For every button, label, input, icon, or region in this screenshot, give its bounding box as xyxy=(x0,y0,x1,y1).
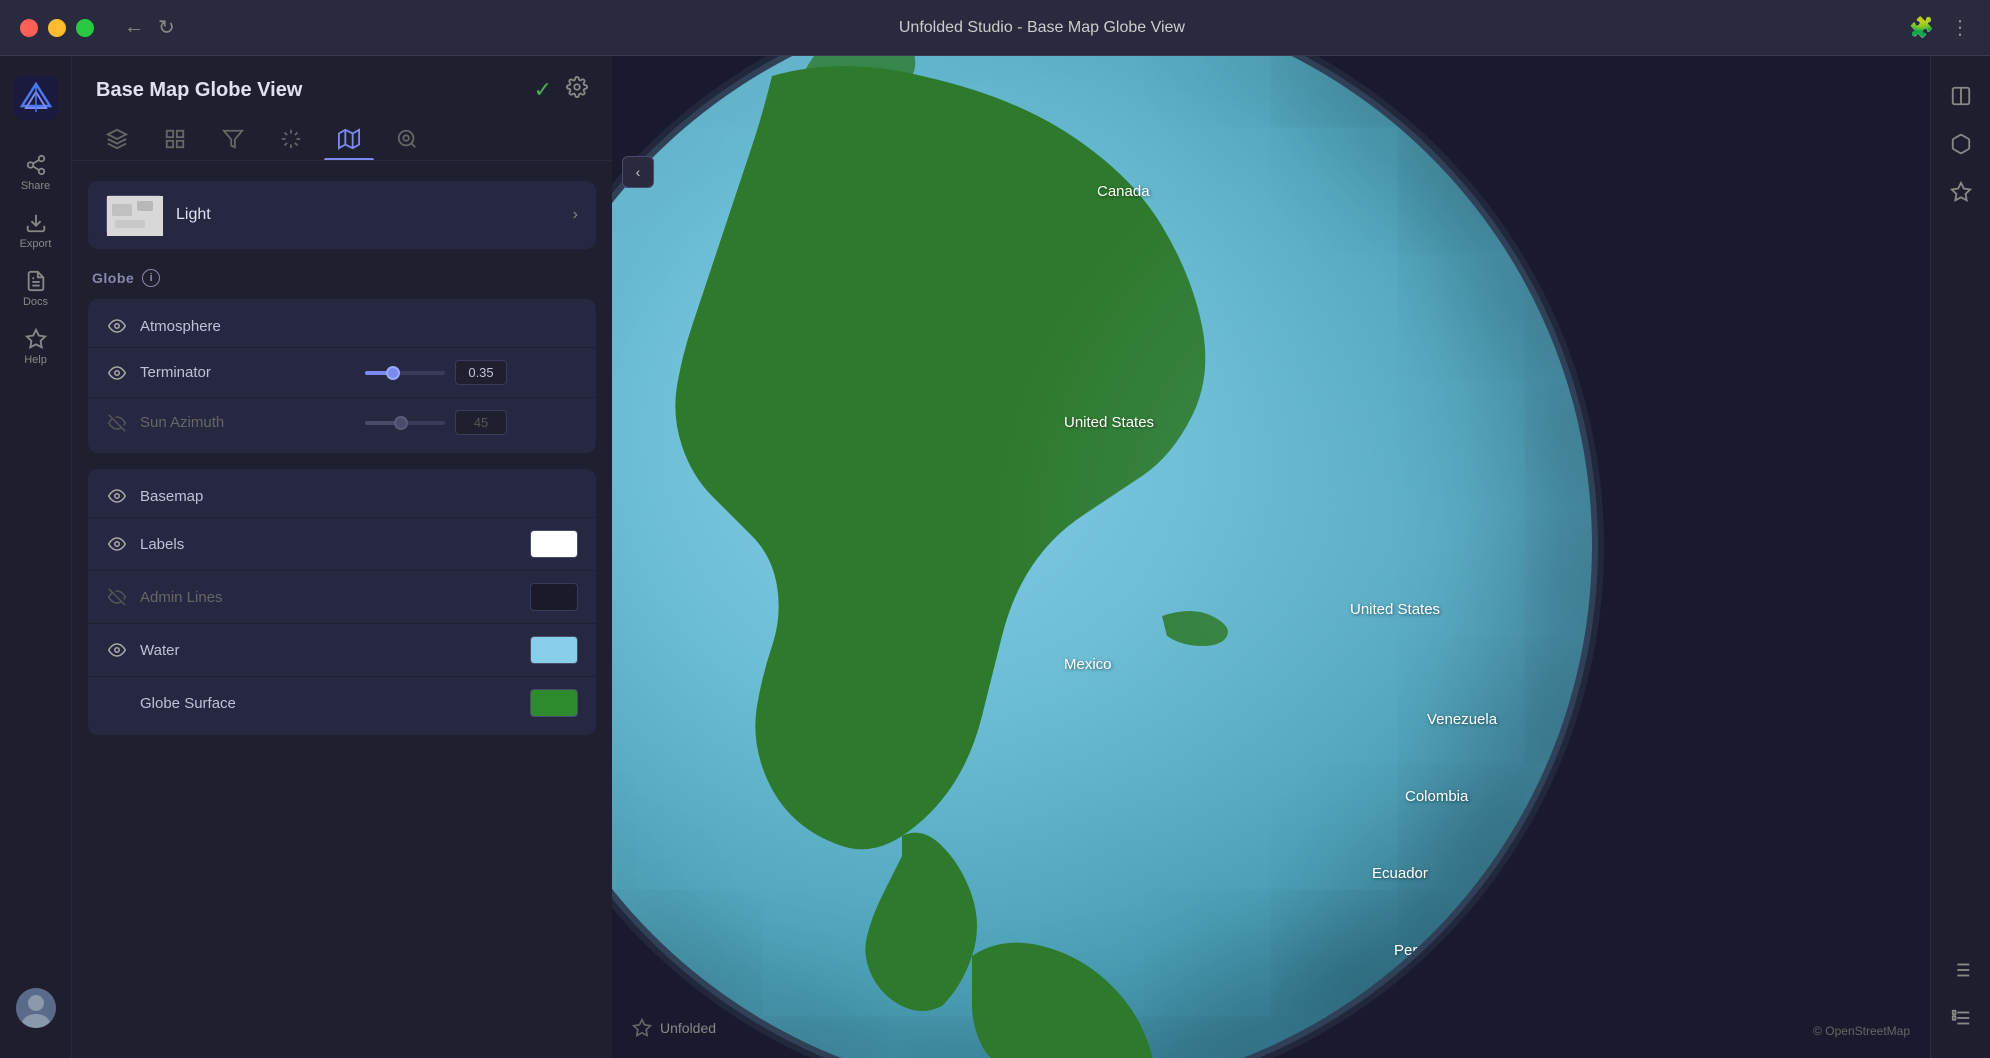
atmosphere-label: Atmosphere xyxy=(140,318,578,335)
terminator-visibility-icon[interactable] xyxy=(106,364,128,382)
sun-azimuth-slider-container: 45 xyxy=(365,410,578,435)
menu-button[interactable]: ⋮ xyxy=(1950,15,1970,40)
globe-surface-label: Globe Surface xyxy=(140,695,518,712)
globe-container: Canada United States United States Mexic… xyxy=(612,56,1592,1058)
atmosphere-card: Atmosphere Terminator xyxy=(88,299,596,453)
share-label: Share xyxy=(21,180,50,192)
collapse-panel-button[interactable]: ‹ xyxy=(622,156,654,188)
water-color-swatch[interactable] xyxy=(530,636,578,664)
settings-button[interactable] xyxy=(566,76,588,104)
tab-grid[interactable] xyxy=(150,120,200,160)
help-label: Help xyxy=(24,354,47,366)
docs-icon xyxy=(25,270,47,292)
sidebar-item-help[interactable]: Help xyxy=(0,318,71,376)
terminator-label: Terminator xyxy=(140,364,353,381)
table-button[interactable] xyxy=(1941,998,1981,1038)
basemap-row: Basemap xyxy=(88,475,596,517)
water-visibility-icon[interactable] xyxy=(106,641,128,659)
terminator-slider-container: 0.35 xyxy=(365,360,578,385)
minimize-button[interactable] xyxy=(48,19,66,37)
sun-azimuth-slider-track xyxy=(365,421,445,425)
globe-surface-color-swatch[interactable] xyxy=(530,689,578,717)
export-label: Export xyxy=(20,238,52,250)
help-icon xyxy=(25,328,47,350)
sun-azimuth-row: Sun Azimuth 45 xyxy=(88,397,596,447)
docs-label: Docs xyxy=(23,296,48,308)
admin-lines-visibility-icon[interactable] xyxy=(106,588,128,606)
basemap-chevron-icon: › xyxy=(573,206,578,224)
globe-surface-row: Globe Surface xyxy=(88,676,596,729)
tab-map[interactable] xyxy=(324,120,374,160)
tab-effects[interactable] xyxy=(266,120,316,160)
sun-azimuth-visibility-icon[interactable] xyxy=(106,414,128,432)
icon-sidebar: Share Export Docs xyxy=(0,56,72,1058)
info-icon[interactable]: i xyxy=(142,269,160,287)
user-avatar[interactable] xyxy=(16,988,56,1028)
status-check-icon: ✓ xyxy=(534,77,552,103)
app-logo[interactable] xyxy=(14,76,58,120)
maximize-button[interactable] xyxy=(76,19,94,37)
atmosphere-row: Atmosphere xyxy=(88,305,596,347)
sun-azimuth-value: 45 xyxy=(455,410,507,435)
labels-visibility-icon[interactable] xyxy=(106,535,128,553)
main-layout: Share Export Docs xyxy=(0,56,1990,1058)
sidebar-item-docs[interactable]: Docs xyxy=(0,260,71,318)
globe-sphere: Canada United States United States Mexic… xyxy=(612,56,1592,1058)
panel-content: Light › Globe i xyxy=(72,169,612,1058)
panel-header: Base Map Globe View ✓ xyxy=(72,56,612,120)
panel: Base Map Globe View ✓ xyxy=(72,56,612,1058)
map-watermark: Unfolded xyxy=(632,1018,716,1038)
toolbar-tabs xyxy=(72,120,612,161)
extensions-button[interactable]: 🧩 xyxy=(1909,15,1934,40)
admin-lines-row: Admin Lines xyxy=(88,570,596,623)
sidebar-item-export[interactable]: Export xyxy=(0,202,71,260)
sidebar-item-share[interactable]: Share xyxy=(0,144,71,202)
tab-search[interactable] xyxy=(382,120,432,160)
refresh-button[interactable]: ↻ xyxy=(158,15,175,40)
tab-filter[interactable] xyxy=(208,120,258,160)
basemap-visibility-icon[interactable] xyxy=(106,487,128,505)
titlebar-actions: 🧩 ⋮ xyxy=(1909,15,1970,40)
nav-controls: ← ↻ xyxy=(124,15,175,40)
globe-section-header: Globe i xyxy=(88,269,596,287)
panel-title: Base Map Globe View xyxy=(96,79,302,102)
sun-azimuth-label: Sun Azimuth xyxy=(140,414,353,431)
window-controls: ← ↻ xyxy=(20,15,175,40)
terminator-slider-track[interactable] xyxy=(365,371,445,375)
basemap-settings-card: Basemap Labels xyxy=(88,469,596,735)
draw-button[interactable] xyxy=(1941,172,1981,212)
tab-layers[interactable] xyxy=(92,120,142,160)
atmosphere-visibility-icon[interactable] xyxy=(106,317,128,335)
back-button[interactable]: ← xyxy=(124,16,144,39)
legend-button[interactable] xyxy=(1941,950,1981,990)
watermark-text: Unfolded xyxy=(660,1020,716,1036)
terminator-row: Terminator 0.35 xyxy=(88,347,596,397)
right-sidebar xyxy=(1930,56,1990,1058)
basemap-thumbnail xyxy=(106,195,162,235)
map-area: ‹ Ca xyxy=(612,56,1930,1058)
labels-label: Labels xyxy=(140,536,518,553)
map-copyright: © OpenStreetMap xyxy=(1813,1024,1910,1038)
labels-row: Labels xyxy=(88,517,596,570)
export-icon xyxy=(25,212,47,234)
globe-section-title: Globe xyxy=(92,270,134,286)
admin-lines-label: Admin Lines xyxy=(140,589,518,606)
basemap-name: Light xyxy=(176,206,211,224)
titlebar: ← ↻ Unfolded Studio - Base Map Globe Vie… xyxy=(0,0,1990,56)
basemap-section-label: Basemap xyxy=(140,488,578,505)
terminator-value: 0.35 xyxy=(455,360,507,385)
admin-lines-color-swatch[interactable] xyxy=(530,583,578,611)
water-row: Water xyxy=(88,623,596,676)
water-label: Water xyxy=(140,642,518,659)
panel-header-icons: ✓ xyxy=(534,76,588,104)
basemap-selector[interactable]: Light › xyxy=(88,181,596,249)
labels-color-swatch[interactable] xyxy=(530,530,578,558)
basemap-left: Light xyxy=(106,195,211,235)
3d-view-button[interactable] xyxy=(1941,124,1981,164)
window-title: Unfolded Studio - Base Map Globe View xyxy=(175,19,1909,37)
split-view-button[interactable] xyxy=(1941,76,1981,116)
close-button[interactable] xyxy=(20,19,38,37)
share-icon xyxy=(25,154,47,176)
